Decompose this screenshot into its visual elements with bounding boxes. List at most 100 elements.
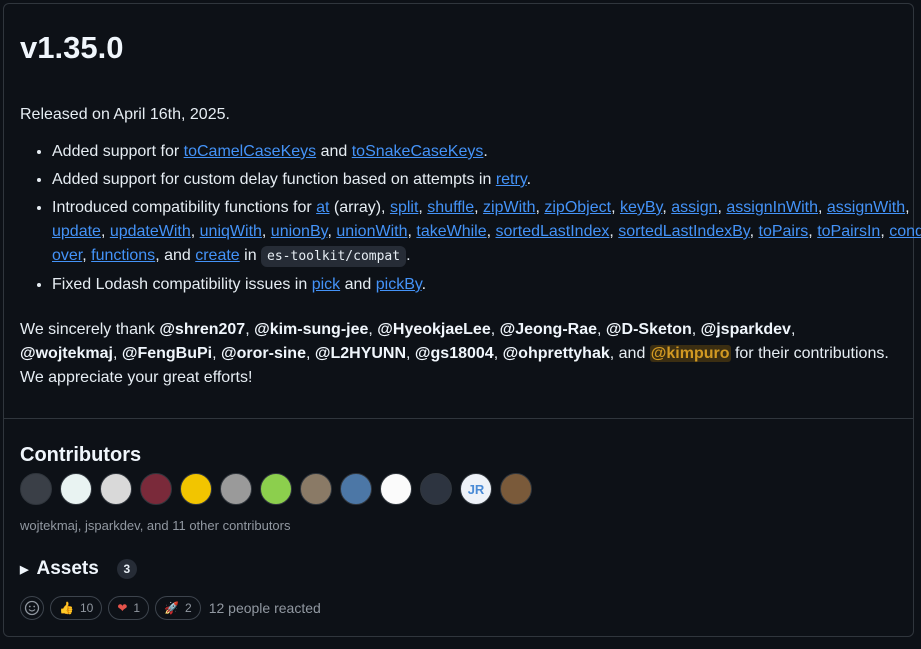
text: . [483, 143, 488, 160]
link-unionBy[interactable]: unionBy [271, 223, 328, 240]
heart-icon: ❤ [117, 601, 128, 615]
reaction-count: 2 [185, 601, 192, 615]
contributor-avatar[interactable] [380, 473, 412, 505]
text: Introduced compatibility functions for [52, 199, 317, 216]
text: in [239, 247, 262, 264]
release-date: Released on April 16th, 2025. [20, 106, 230, 123]
text: , and [609, 345, 650, 362]
link-update[interactable]: update [52, 223, 101, 240]
list-item: Introduced compatibility functions for a… [52, 196, 921, 269]
contributor-avatar[interactable] [260, 473, 292, 505]
link-pick[interactable]: pick [312, 276, 340, 293]
text: Added support for custom delay function … [52, 171, 496, 188]
triangle-right-icon: ▶ [20, 563, 29, 576]
link-retry[interactable]: retry [496, 171, 527, 188]
mention-ohprettyhak[interactable]: @ohprettyhak [503, 345, 610, 362]
contributor-avatar[interactable] [60, 473, 92, 505]
divider [4, 418, 913, 419]
link-create[interactable]: create [195, 247, 239, 264]
add-reaction-button[interactable] [20, 596, 44, 620]
text: Added support for [52, 143, 184, 160]
smiley-icon [24, 600, 40, 616]
mention-oror-sine[interactable]: @oror-sine [221, 345, 306, 362]
link-assignWith[interactable]: assignWith [827, 199, 905, 216]
release-card: v1.35.0 Released on April 16th, 2025. Ad… [3, 3, 921, 637]
mention-Jeong-Rae[interactable]: @Jeong-Rae [500, 321, 597, 338]
contributors-heading: Contributors [20, 444, 142, 466]
list-item: Added support for custom delay function … [52, 168, 921, 192]
link-at[interactable]: at [316, 199, 329, 216]
text: We sincerely thank [20, 321, 160, 338]
link-shuffle[interactable]: shuffle [427, 199, 474, 216]
assets-label: Assets [36, 558, 99, 579]
contributors-summary: wojtekmaj, jsparkdev, and 11 other contr… [20, 518, 291, 533]
mention-D-Sketon[interactable]: @D-Sketon [606, 321, 692, 338]
contributor-avatar[interactable] [180, 473, 212, 505]
text: and [340, 276, 376, 293]
link-sortedLastIndexBy[interactable]: sortedLastIndexBy [618, 223, 749, 240]
link-toSnakeCaseKeys[interactable]: toSnakeCaseKeys [352, 143, 484, 160]
link-toPairsIn[interactable]: toPairsIn [817, 223, 880, 240]
contributor-avatars: JR [20, 473, 532, 505]
release-title[interactable]: v1.35.0 [20, 30, 123, 66]
link-toPairs[interactable]: toPairs [759, 223, 809, 240]
link-split[interactable]: split [390, 199, 418, 216]
reaction-heart[interactable]: ❤ 1 [108, 596, 150, 620]
link-assignInWith[interactable]: assignInWith [726, 199, 818, 216]
contributor-avatar[interactable] [100, 473, 132, 505]
release-notes-list: Added support for toCamelCaseKeys and to… [20, 140, 921, 301]
reaction-thumbs-up[interactable]: 👍 10 [50, 596, 103, 620]
mention-kimpuro[interactable]: @kimpuro [649, 345, 731, 362]
mention-L2HYUNN[interactable]: @L2HYUNN [315, 345, 406, 362]
contributor-avatar[interactable] [500, 473, 532, 505]
text: . [421, 276, 427, 293]
contributor-avatar[interactable]: JR [460, 473, 492, 505]
link-keyBy[interactable]: keyBy [620, 199, 662, 216]
list-item: Added support for toCamelCaseKeys and to… [52, 140, 921, 164]
contributor-avatar[interactable] [300, 473, 332, 505]
code-compat: es-toolkit/compat [261, 246, 407, 267]
text: Fixed Lodash compatibility issues in [52, 276, 312, 293]
contributor-avatar[interactable] [420, 473, 452, 505]
link-over[interactable]: over [52, 247, 82, 264]
text: and [316, 143, 352, 160]
link-zipObject[interactable]: zipObject [544, 199, 611, 216]
text: (array) [329, 199, 382, 216]
text: . [406, 247, 411, 264]
link-toCamelCaseKeys[interactable]: toCamelCaseKeys [184, 143, 317, 160]
mention-shren207[interactable]: @shren207 [159, 321, 245, 338]
reaction-count: 1 [133, 601, 141, 615]
assets-count-badge: 3 [116, 559, 137, 579]
link-unionWith[interactable]: unionWith [336, 223, 407, 240]
link-takeWhile[interactable]: takeWhile [416, 223, 486, 240]
mention-gs18004[interactable]: @gs18004 [415, 345, 494, 362]
contributor-avatar[interactable] [140, 473, 172, 505]
contributor-avatar[interactable] [340, 473, 372, 505]
link-sortedLastIndex[interactable]: sortedLastIndex [496, 223, 610, 240]
thumbs-up-icon: 👍 [59, 601, 74, 615]
mention-jsparkdev[interactable]: @jsparkdev [701, 321, 791, 338]
mention-HyeokjaeLee[interactable]: @HyeokjaeLee [377, 321, 490, 338]
assets-toggle[interactable]: ▶ Assets 3 [20, 558, 137, 580]
reactions-summary: 12 people reacted [208, 600, 321, 616]
mention-kim-sung-jee[interactable]: @kim-sung-jee [254, 321, 368, 338]
reaction-rocket[interactable]: 🚀 2 [155, 596, 201, 620]
text: , and [155, 247, 196, 264]
link-pickBy[interactable]: pickBy [376, 276, 422, 293]
link-uniqWith[interactable]: uniqWith [200, 223, 262, 240]
text: . [526, 171, 532, 188]
reaction-count: 10 [79, 601, 94, 615]
link-assign[interactable]: assign [671, 199, 717, 216]
link-functions[interactable]: functions [91, 247, 155, 264]
contributor-avatar[interactable] [20, 473, 52, 505]
reactions-bar: 👍 10 ❤ 1 🚀 2 12 people reacted [20, 596, 321, 620]
mention-FengBuPi[interactable]: @FengBuPi [122, 345, 212, 362]
link-cond[interactable]: cond [889, 223, 921, 240]
mention-wojtekmaj[interactable]: @wojtekmaj [20, 345, 113, 362]
link-updateWith[interactable]: updateWith [110, 223, 191, 240]
rocket-icon: 🚀 [164, 601, 180, 615]
thanks-paragraph: We sincerely thank @shren207, @kim-sung-… [20, 318, 890, 390]
contributor-avatar[interactable] [220, 473, 252, 505]
list-item: Fixed Lodash compatibility issues in pic… [52, 273, 921, 297]
link-zipWith[interactable]: zipWith [483, 199, 535, 216]
